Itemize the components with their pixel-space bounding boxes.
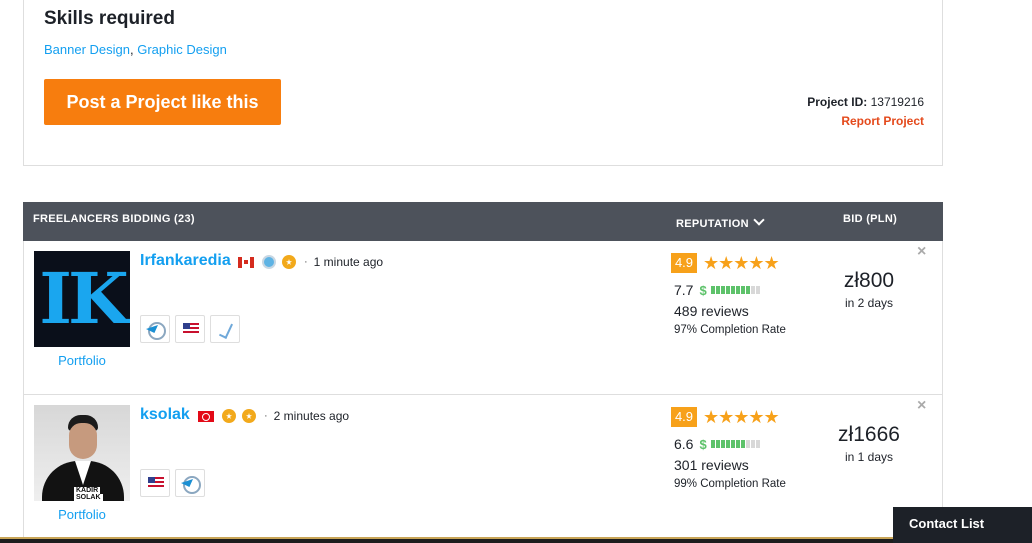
completion-rate: 97% Completion Rate xyxy=(674,324,786,336)
meta-separator: · xyxy=(304,256,308,268)
project-details-card: Skills required Banner Design, Graphic D… xyxy=(23,0,943,166)
close-icon[interactable]: × xyxy=(917,397,926,415)
reputation-label: REPUTATION xyxy=(676,218,749,230)
post-project-button[interactable]: Post a Project like this xyxy=(44,79,281,125)
reputation-sort-header[interactable]: REPUTATION xyxy=(676,214,765,230)
rating: 4.9 ★★★★★ xyxy=(671,407,780,427)
star-rating-icon: ★★★★★ xyxy=(703,407,780,427)
recommended-icon[interactable] xyxy=(242,409,256,423)
preferred-freelancer-icon[interactable] xyxy=(282,255,296,269)
project-id-label: Project ID: xyxy=(807,95,868,109)
bid-row: KADIR SOLAK Portfolio ksolak · 2 minutes… xyxy=(23,395,943,543)
skill-link-graphic-design[interactable]: Graphic Design xyxy=(137,42,227,57)
us-english-icon[interactable] xyxy=(175,315,205,343)
skill-link-banner-design[interactable]: Banner Design xyxy=(44,42,130,57)
on-time-icon[interactable] xyxy=(175,469,205,497)
bottom-toolbar xyxy=(0,537,1032,543)
star-rating-icon: ★★★★★ xyxy=(703,253,780,273)
us-english-icon[interactable] xyxy=(140,469,170,497)
bid-amount: zł1666 xyxy=(838,423,900,446)
verified-check-icon[interactable] xyxy=(210,315,240,343)
rating-score: 4.9 xyxy=(671,407,697,427)
delivery-time: in 1 days xyxy=(844,450,894,464)
freelancer-username[interactable]: Irfankaredia xyxy=(140,252,231,270)
bid-amount: zł800 xyxy=(843,269,895,292)
meta-separator: · xyxy=(264,410,268,422)
on-time-icon[interactable] xyxy=(140,315,170,343)
verified-icon[interactable] xyxy=(262,255,276,269)
rating-score: 4.9 xyxy=(671,253,697,273)
avatar[interactable]: KADIR SOLAK xyxy=(34,405,130,501)
certifications xyxy=(140,315,240,343)
certifications xyxy=(140,469,205,497)
earnings-bar xyxy=(710,286,760,294)
bid-row: IK Portfolio Irfankaredia · 1 minute ago… xyxy=(23,241,943,395)
report-project-link[interactable]: Report Project xyxy=(807,114,924,128)
bid-time: 2 minutes ago xyxy=(273,409,350,423)
bid-time: 1 minute ago xyxy=(313,255,384,269)
earnings-score: 6.6 $ xyxy=(674,436,760,452)
portfolio-link[interactable]: Portfolio xyxy=(34,353,130,368)
preferred-freelancer-icon[interactable] xyxy=(222,409,236,423)
skills-list: Banner Design, Graphic Design xyxy=(44,42,227,57)
bids-table-header: FREELANCERS BIDDING (23) REPUTATION BID … xyxy=(23,202,943,242)
turkey-flag-icon xyxy=(198,410,214,422)
close-icon[interactable]: × xyxy=(917,243,926,261)
contact-list-button[interactable]: Contact List xyxy=(893,507,1032,543)
reviews-count[interactable]: 301 reviews xyxy=(674,457,749,473)
dollar-icon: $ xyxy=(699,436,707,452)
earnings-score-value: 6.6 xyxy=(674,436,694,452)
avatar[interactable]: IK xyxy=(34,251,130,347)
canada-flag-icon xyxy=(238,256,254,268)
chevron-down-icon xyxy=(753,214,765,226)
dollar-icon: $ xyxy=(699,282,707,298)
project-id-value: 13719216 xyxy=(870,95,924,109)
project-info: Project ID: 13719216 Report Project xyxy=(807,95,924,128)
avatar-logo-text: IK xyxy=(39,257,129,340)
avatar-caption: KADIR SOLAK xyxy=(74,487,103,501)
delivery-time: in 2 days xyxy=(844,296,894,310)
earnings-bar xyxy=(710,440,760,448)
freelancer-meta: · 2 minutes ago xyxy=(198,407,349,425)
skills-required-title: Skills required xyxy=(44,8,175,29)
portfolio-link[interactable]: Portfolio xyxy=(34,507,130,522)
rating: 4.9 ★★★★★ xyxy=(671,253,780,273)
freelancer-meta: · 1 minute ago xyxy=(238,253,383,271)
bid-column-heading: BID (PLN) xyxy=(843,213,898,225)
completion-rate: 99% Completion Rate xyxy=(674,478,786,490)
reviews-count[interactable]: 489 reviews xyxy=(674,303,749,319)
freelancer-username[interactable]: ksolak xyxy=(140,406,190,424)
freelancers-bidding-heading: FREELANCERS BIDDING (23) xyxy=(33,213,195,225)
earnings-score-value: 7.7 xyxy=(674,282,694,298)
earnings-score: 7.7 $ xyxy=(674,282,760,298)
